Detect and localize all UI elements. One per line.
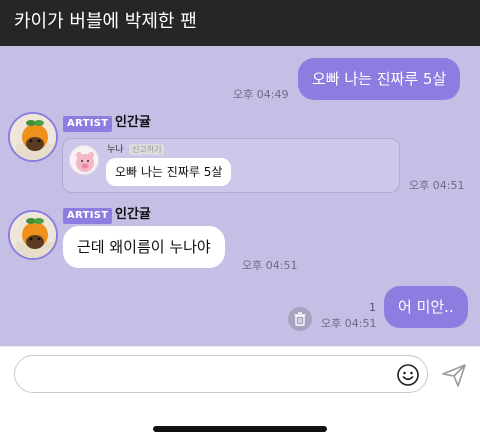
- send-icon[interactable]: [440, 361, 468, 389]
- message-timestamp: 오후 04:51: [409, 179, 465, 192]
- quoted-message-box[interactable]: 누나 신고하기 오빠 나는 진짜루 5살: [62, 138, 400, 193]
- chat-area[interactable]: 오빠 나는 진짜루 5살 오후 04:49 ARTIST 인간귤 누나 신고하기…: [0, 46, 480, 346]
- sender-name: 인간귤: [115, 207, 151, 222]
- message-timestamp: 오후 04:51: [242, 259, 298, 272]
- pink-pig-image: [70, 146, 98, 174]
- artist-avatar[interactable]: [8, 112, 58, 162]
- artist-avatar[interactable]: [8, 210, 58, 260]
- message-bubble-incoming[interactable]: 근데 왜이름이 누나야: [63, 226, 225, 268]
- title-bar: 카이가 버블에 박제한 팬: [0, 0, 480, 46]
- artist-badge: ARTIST: [63, 116, 113, 132]
- sender-name: 인간귤: [115, 115, 151, 130]
- trash-icon[interactable]: [288, 307, 312, 331]
- quoted-message-text: 오빠 나는 진짜루 5살: [106, 158, 232, 186]
- quoted-sender-name: 누나: [107, 145, 124, 155]
- message-bubble-outgoing[interactable]: 오빠 나는 진짜루 5살: [298, 58, 461, 100]
- orange-character-image: [10, 212, 56, 258]
- message-input-bar: [0, 346, 480, 404]
- message-bubble-outgoing[interactable]: 어 미안..: [384, 286, 468, 328]
- home-indicator: [153, 426, 327, 432]
- smiley-icon[interactable]: [396, 363, 420, 387]
- trash-icon-glyph: [294, 312, 306, 326]
- message-timestamp: 오후 04:49: [233, 88, 289, 101]
- page-title: 카이가 버블에 박제한 팬: [14, 11, 197, 32]
- unread-count: 1: [369, 301, 376, 314]
- orange-character-image: [10, 114, 56, 160]
- fan-avatar: [69, 145, 99, 175]
- artist-badge: ARTIST: [63, 208, 113, 224]
- message-input[interactable]: [14, 355, 428, 393]
- message-timestamp: 오후 04:51: [321, 317, 377, 330]
- report-link[interactable]: 신고하기: [129, 144, 165, 155]
